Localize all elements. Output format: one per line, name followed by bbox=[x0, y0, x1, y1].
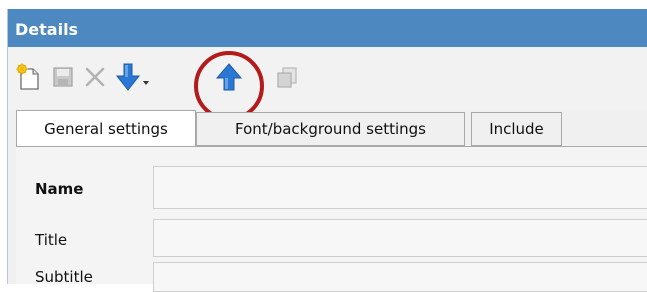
copy-icon bbox=[277, 67, 297, 88]
title-label: Title bbox=[35, 231, 68, 249]
panel-titlebar: Details bbox=[8, 9, 647, 47]
copy-button[interactable] bbox=[272, 61, 302, 93]
name-label: Name bbox=[35, 180, 84, 198]
toolbar bbox=[8, 47, 647, 121]
general-settings-content: Name Title Subtitle bbox=[16, 146, 647, 292]
subtitle-field[interactable] bbox=[153, 262, 647, 292]
delete-button[interactable] bbox=[80, 61, 110, 93]
details-panel: Details General settings Font/background… bbox=[7, 9, 647, 292]
subtitle-label: Subtitle bbox=[35, 268, 93, 286]
panel-title: Details bbox=[15, 20, 79, 39]
new-button[interactable] bbox=[14, 61, 44, 93]
delete-icon bbox=[85, 67, 105, 87]
save-icon bbox=[53, 67, 73, 87]
name-field[interactable] bbox=[153, 166, 647, 209]
move-down-icon bbox=[115, 63, 149, 91]
tab-general-settings[interactable]: General settings bbox=[16, 110, 196, 146]
new-icon bbox=[16, 63, 39, 90]
move-up-icon bbox=[215, 63, 243, 91]
tab-include[interactable]: Include bbox=[471, 112, 562, 146]
save-button[interactable] bbox=[48, 61, 78, 93]
title-field[interactable] bbox=[153, 219, 647, 257]
tab-bar: General settings Font/background setting… bbox=[16, 110, 647, 147]
tab-font-background-settings[interactable]: Font/background settings bbox=[196, 112, 465, 146]
move-up-button[interactable] bbox=[214, 61, 244, 93]
move-down-button[interactable] bbox=[112, 61, 152, 93]
